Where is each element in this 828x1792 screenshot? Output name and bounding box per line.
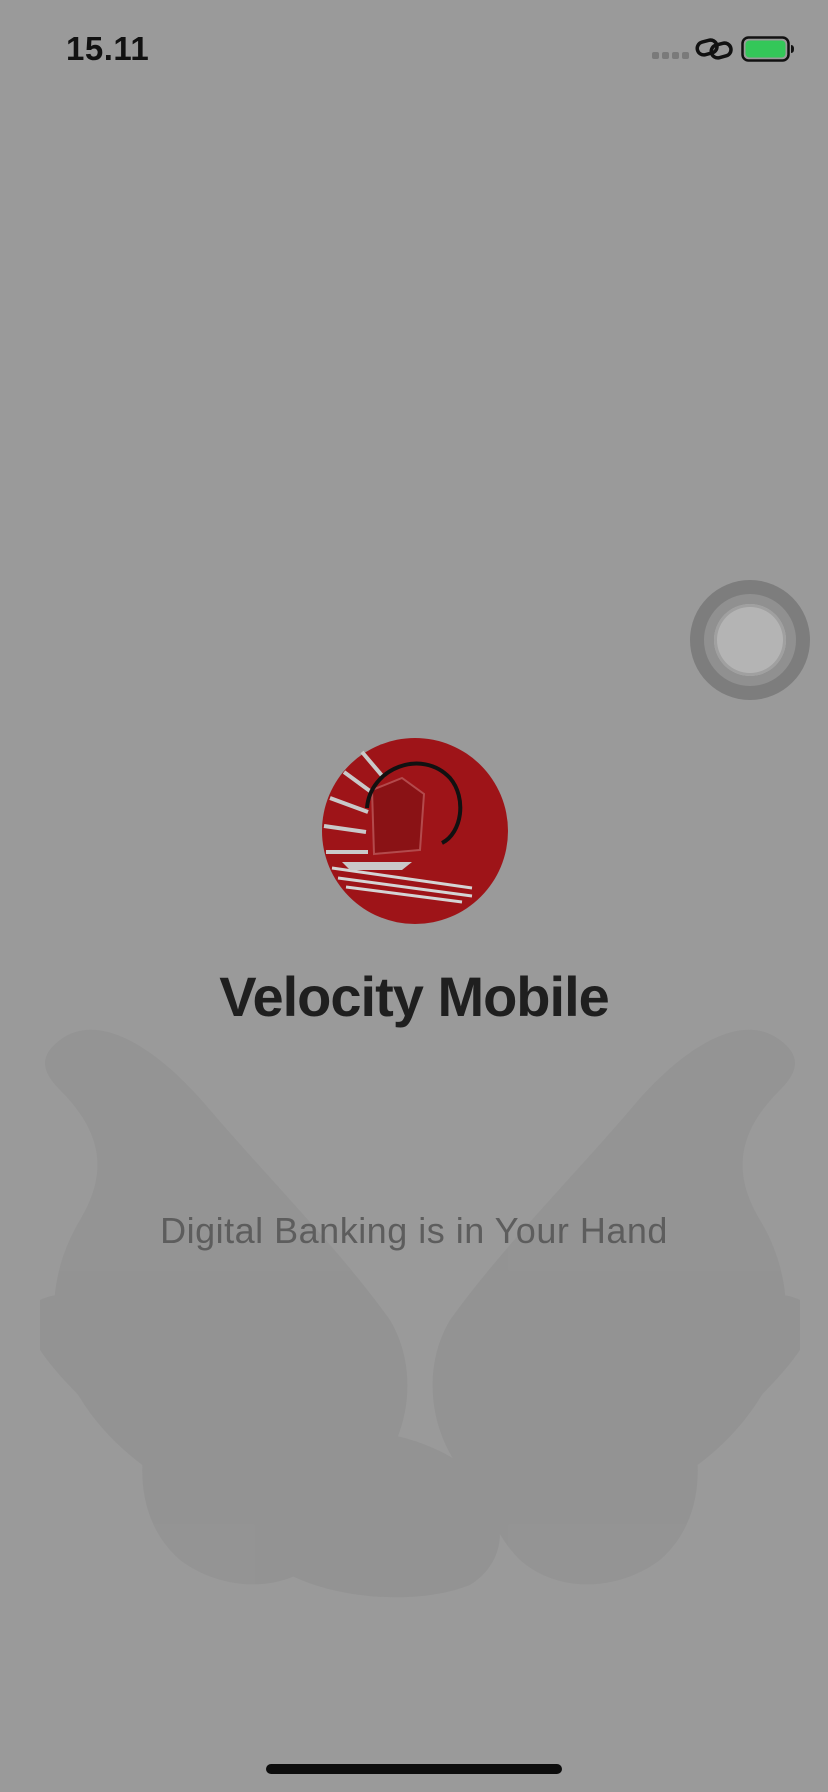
link-icon [695,38,733,60]
assistive-touch-icon [714,604,786,676]
tagline: Digital Banking is in Your Hand [160,1210,668,1251]
battery-icon [741,36,794,62]
status-time: 15.11 [66,30,150,67]
junk-ship-logo-icon [322,738,508,924]
status-bar: 15.11 [0,0,828,100]
app-title: Velocity Mobile [219,965,610,1028]
assistive-touch-button[interactable] [690,580,810,700]
open-hands-image [40,1029,800,1598]
home-indicator[interactable] [266,1764,562,1774]
signal-dots-icon [652,52,689,59]
splash-screen: 15.11 Velocity Mobile Digital Banking is… [0,0,828,1792]
